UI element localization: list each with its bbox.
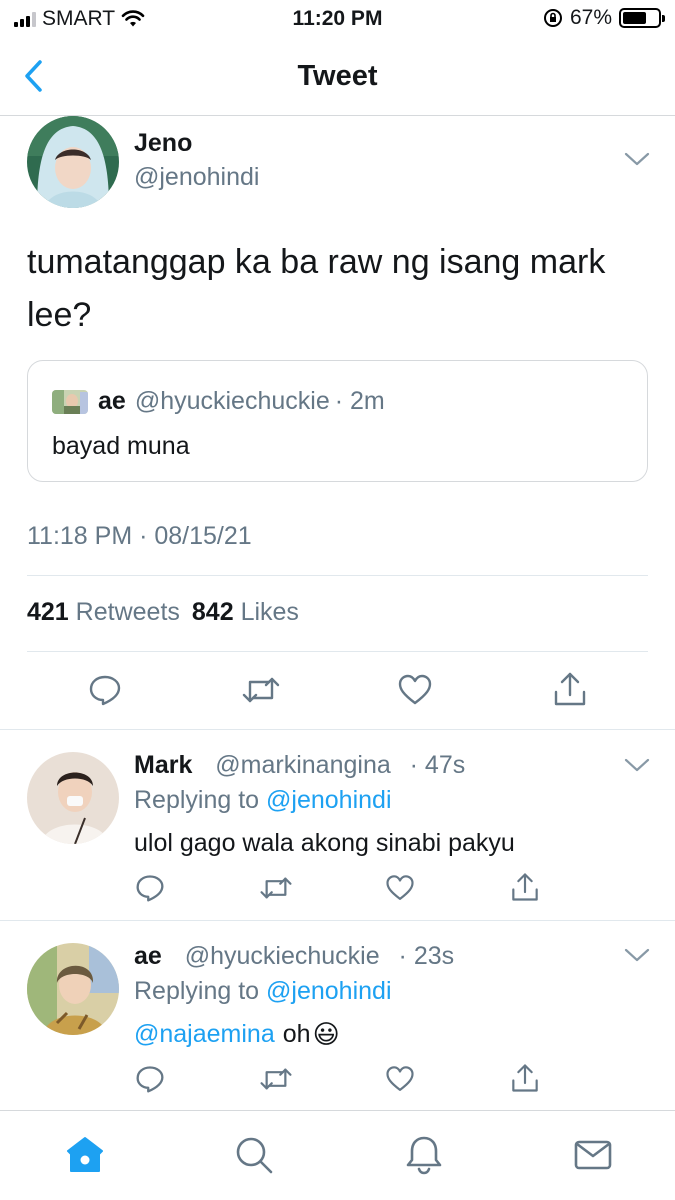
grinning-emoji-icon: 😃: [312, 1019, 340, 1049]
quoted-handle: @hyuckiechuckie: [134, 387, 330, 415]
likes-label: Likes: [240, 598, 299, 626]
reply-icon: [89, 675, 121, 706]
tab-home[interactable]: [63, 1133, 107, 1177]
nav-bar: Tweet: [0, 38, 675, 116]
reply-body: oh: [282, 1020, 311, 1048]
share-icon: [554, 672, 586, 706]
divider: [0, 729, 675, 730]
avatar[interactable]: [27, 116, 119, 208]
chevron-down-icon[interactable]: [624, 946, 650, 964]
author-handle[interactable]: @jenohindi: [134, 163, 259, 192]
reply-author-handle[interactable]: @markinangina: [215, 751, 390, 779]
share-button[interactable]: [509, 870, 541, 904]
avatar[interactable]: [27, 943, 119, 1035]
retweet-icon: [260, 1068, 292, 1090]
search-icon: [236, 1137, 273, 1174]
reply-text: @najaemina oh 😃: [134, 1019, 340, 1050]
like-button[interactable]: [396, 671, 434, 709]
reply-text: ulol gago wala akong sinabi pakyu: [134, 829, 515, 857]
reply-time: · 23s: [398, 942, 455, 970]
divider: [27, 651, 648, 652]
replying-to-label: Replying to: [134, 786, 260, 814]
like-button[interactable]: [384, 1063, 416, 1095]
chevron-down-icon[interactable]: [624, 756, 650, 774]
quoted-tweet[interactable]: ae @hyuckiechuckie · 2m bayad muna: [27, 360, 648, 482]
likes-stat[interactable]: 842 Likes: [192, 598, 299, 627]
reply-header: Mark @markinangina · 47s: [134, 751, 465, 780]
retweet-button[interactable]: [258, 1063, 294, 1095]
author-name[interactable]: Jeno: [134, 129, 192, 158]
divider: [27, 575, 648, 576]
reply-header: ae @hyuckiechuckie · 23s: [134, 942, 454, 971]
reply-button[interactable]: [134, 872, 166, 904]
quoted-time: · 2m: [334, 387, 385, 415]
replying-to: Replying to @jenohindi: [134, 977, 392, 1006]
replying-to-handle[interactable]: @jenohindi: [266, 786, 391, 814]
retweets-stat[interactable]: 421 Retweets: [27, 598, 180, 627]
retweets-label: Retweets: [75, 598, 180, 626]
tab-search[interactable]: [232, 1133, 276, 1177]
quoted-tweet-header: ae @hyuckiechuckie · 2m: [52, 387, 385, 416]
retweets-count: 421: [27, 598, 69, 626]
battery-info: 67%: [543, 6, 665, 30]
reply-button[interactable]: [86, 671, 124, 709]
bell-icon: [406, 1136, 442, 1175]
tab-messages[interactable]: [571, 1133, 615, 1177]
page-title: Tweet: [297, 60, 378, 92]
chevron-down-icon[interactable]: [624, 150, 650, 168]
mail-icon: [574, 1140, 612, 1170]
reply-time: · 47s: [409, 751, 466, 779]
tweet-text: tumatanggap ka ba raw ng isang mark lee?: [27, 243, 606, 334]
retweet-icon: [260, 877, 292, 899]
reply-button[interactable]: [134, 1063, 166, 1095]
home-icon: [67, 1137, 103, 1172]
tab-notifications[interactable]: [402, 1133, 446, 1177]
reply-author-name[interactable]: Mark: [134, 751, 192, 779]
reply-author-name[interactable]: ae: [134, 942, 162, 970]
status-bar: SMART 11:20 PM 67%: [0, 0, 675, 38]
divider: [0, 920, 675, 921]
quoted-text: bayad muna: [52, 432, 190, 460]
battery-icon: [619, 8, 665, 28]
reply-author-handle[interactable]: @hyuckiechuckie: [185, 942, 380, 970]
retweet-icon: [242, 677, 280, 703]
share-button[interactable]: [509, 1061, 541, 1095]
battery-percent: 67%: [569, 6, 612, 29]
share-icon: [512, 1064, 538, 1092]
heart-icon: [386, 875, 414, 900]
avatar[interactable]: [27, 752, 119, 844]
replying-to-handle[interactable]: @jenohindi: [266, 977, 391, 1005]
quoted-name: ae: [98, 387, 126, 415]
reply-icon: [136, 1066, 164, 1093]
orientation-lock-icon: [543, 9, 562, 27]
replying-to: Replying to @jenohindi: [134, 786, 392, 815]
share-icon: [512, 873, 538, 901]
quoted-avatar: [52, 389, 88, 414]
replying-to-label: Replying to: [134, 977, 260, 1005]
heart-icon: [386, 1066, 414, 1091]
retweet-button[interactable]: [241, 671, 281, 709]
retweet-button[interactable]: [258, 872, 294, 904]
tab-bar: [0, 1110, 675, 1200]
reply-mention[interactable]: @najaemina: [134, 1020, 275, 1049]
reply-icon: [136, 875, 164, 902]
likes-count: 842: [191, 598, 234, 626]
heart-icon: [398, 674, 432, 705]
tweet-stats: 421 Retweets 842 Likes: [27, 598, 299, 627]
tweet-timestamp: 11:18 PM · 08/15/21: [27, 522, 252, 550]
like-button[interactable]: [384, 872, 416, 904]
share-button[interactable]: [551, 669, 589, 709]
